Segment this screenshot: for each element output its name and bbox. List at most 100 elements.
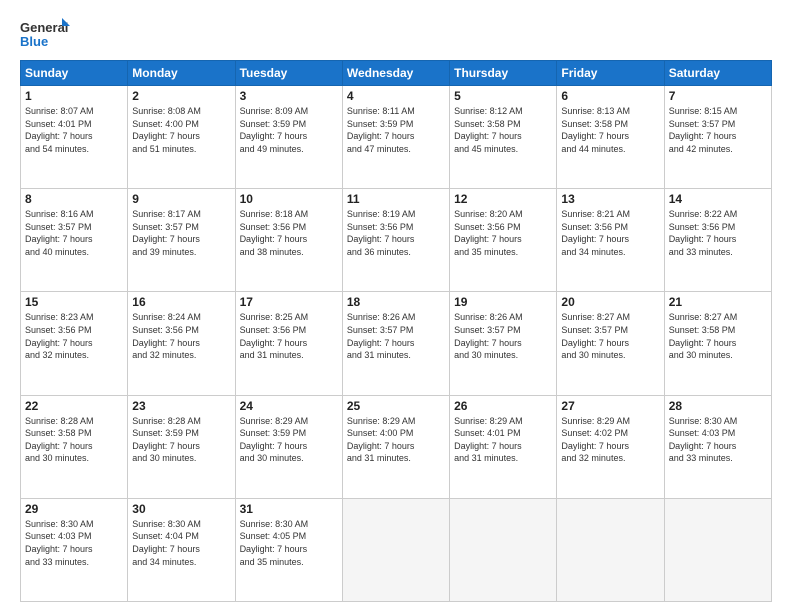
day-number: 22 — [25, 399, 123, 413]
calendar-cell: 23 Sunrise: 8:28 AMSunset: 3:59 PMDayligh… — [128, 395, 235, 498]
cell-content: Sunrise: 8:09 AMSunset: 3:59 PMDaylight:… — [240, 105, 338, 155]
day-number: 19 — [454, 295, 552, 309]
calendar-cell — [557, 498, 664, 601]
day-header-friday: Friday — [557, 61, 664, 86]
cell-content: Sunrise: 8:16 AMSunset: 3:57 PMDaylight:… — [25, 208, 123, 258]
week-row-3: 15 Sunrise: 8:23 AMSunset: 3:56 PMDayligh… — [21, 292, 772, 395]
day-number: 27 — [561, 399, 659, 413]
day-number: 7 — [669, 89, 767, 103]
day-number: 30 — [132, 502, 230, 516]
calendar-cell: 9Sunrise: 8:17 AMSunset: 3:57 PMDaylight… — [128, 189, 235, 292]
calendar-cell: 10 Sunrise: 8:18 AMSunset: 3:56 PMDayligh… — [235, 189, 342, 292]
cell-content: Sunrise: 8:29 AMSunset: 4:01 PMDaylight:… — [454, 415, 552, 465]
day-header-monday: Monday — [128, 61, 235, 86]
day-number: 25 — [347, 399, 445, 413]
calendar-cell: 6 Sunrise: 8:13 AMSunset: 3:58 PMDaylight… — [557, 86, 664, 189]
cell-content: Sunrise: 8:23 AMSunset: 3:56 PMDaylight:… — [25, 311, 123, 361]
day-number: 26 — [454, 399, 552, 413]
week-row-1: 1 Sunrise: 8:07 AMSunset: 4:01 PMDaylight… — [21, 86, 772, 189]
cell-content: Sunrise: 8:12 AMSunset: 3:58 PMDaylight:… — [454, 105, 552, 155]
cell-content: Sunrise: 8:21 AMSunset: 3:56 PMDaylight:… — [561, 208, 659, 258]
day-number: 28 — [669, 399, 767, 413]
cell-content: Sunrise: 8:18 AMSunset: 3:56 PMDaylight:… — [240, 208, 338, 258]
cell-content: Sunrise: 8:25 AMSunset: 3:56 PMDaylight:… — [240, 311, 338, 361]
calendar-cell: 19 Sunrise: 8:26 AMSunset: 3:57 PMDayligh… — [450, 292, 557, 395]
day-number: 14 — [669, 192, 767, 206]
day-header-tuesday: Tuesday — [235, 61, 342, 86]
calendar-cell: 27 Sunrise: 8:29 AMSunset: 4:02 PMDayligh… — [557, 395, 664, 498]
day-header-wednesday: Wednesday — [342, 61, 449, 86]
calendar-cell — [664, 498, 771, 601]
day-number: 31 — [240, 502, 338, 516]
day-number: 16 — [132, 295, 230, 309]
day-number: 29 — [25, 502, 123, 516]
cell-content: Sunrise: 8:07 AMSunset: 4:01 PMDaylight:… — [25, 105, 123, 155]
day-number: 6 — [561, 89, 659, 103]
calendar-cell: 18 Sunrise: 8:26 AMSunset: 3:57 PMDayligh… — [342, 292, 449, 395]
day-number: 21 — [669, 295, 767, 309]
calendar-header-row: SundayMondayTuesdayWednesdayThursdayFrid… — [21, 61, 772, 86]
calendar-cell: 15 Sunrise: 8:23 AMSunset: 3:56 PMDayligh… — [21, 292, 128, 395]
week-row-5: 29Sunrise: 8:30 AMSunset: 4:03 PMDayligh… — [21, 498, 772, 601]
calendar-cell: 11 Sunrise: 8:19 AMSunset: 3:56 PMDayligh… — [342, 189, 449, 292]
day-number: 1 — [25, 89, 123, 103]
calendar-cell: 22 Sunrise: 8:28 AMSunset: 3:58 PMDayligh… — [21, 395, 128, 498]
cell-content: Sunrise: 8:26 AMSunset: 3:57 PMDaylight:… — [347, 311, 445, 361]
cell-content: Sunrise: 8:13 AMSunset: 3:58 PMDaylight:… — [561, 105, 659, 155]
day-number: 5 — [454, 89, 552, 103]
calendar-cell: 29Sunrise: 8:30 AMSunset: 4:03 PMDayligh… — [21, 498, 128, 601]
day-number: 11 — [347, 192, 445, 206]
cell-content: Sunrise: 8:28 AMSunset: 3:58 PMDaylight:… — [25, 415, 123, 465]
calendar-cell: 13Sunrise: 8:21 AMSunset: 3:56 PMDayligh… — [557, 189, 664, 292]
calendar-cell: 7 Sunrise: 8:15 AMSunset: 3:57 PMDaylight… — [664, 86, 771, 189]
cell-content: Sunrise: 8:19 AMSunset: 3:56 PMDaylight:… — [347, 208, 445, 258]
calendar-cell: 30Sunrise: 8:30 AMSunset: 4:04 PMDayligh… — [128, 498, 235, 601]
day-number: 9 — [132, 192, 230, 206]
cell-content: Sunrise: 8:29 AMSunset: 4:00 PMDaylight:… — [347, 415, 445, 465]
cell-content: Sunrise: 8:27 AMSunset: 3:58 PMDaylight:… — [669, 311, 767, 361]
day-number: 3 — [240, 89, 338, 103]
page: General Blue SundayMondayTuesdayWednesda… — [0, 0, 792, 612]
calendar-cell: 17Sunrise: 8:25 AMSunset: 3:56 PMDayligh… — [235, 292, 342, 395]
calendar-cell: 28 Sunrise: 8:30 AMSunset: 4:03 PMDayligh… — [664, 395, 771, 498]
cell-content: Sunrise: 8:29 AMSunset: 4:02 PMDaylight:… — [561, 415, 659, 465]
day-number: 10 — [240, 192, 338, 206]
cell-content: Sunrise: 8:27 AMSunset: 3:57 PMDaylight:… — [561, 311, 659, 361]
cell-content: Sunrise: 8:30 AMSunset: 4:05 PMDaylight:… — [240, 518, 338, 568]
calendar-cell: 16Sunrise: 8:24 AMSunset: 3:56 PMDayligh… — [128, 292, 235, 395]
calendar-cell: 26 Sunrise: 8:29 AMSunset: 4:01 PMDayligh… — [450, 395, 557, 498]
logo: General Blue — [20, 16, 70, 52]
day-number: 18 — [347, 295, 445, 309]
day-number: 24 — [240, 399, 338, 413]
cell-content: Sunrise: 8:26 AMSunset: 3:57 PMDaylight:… — [454, 311, 552, 361]
day-header-saturday: Saturday — [664, 61, 771, 86]
calendar-cell — [450, 498, 557, 601]
day-number: 23 — [132, 399, 230, 413]
cell-content: Sunrise: 8:29 AMSunset: 3:59 PMDaylight:… — [240, 415, 338, 465]
day-number: 4 — [347, 89, 445, 103]
cell-content: Sunrise: 8:15 AMSunset: 3:57 PMDaylight:… — [669, 105, 767, 155]
calendar-table: SundayMondayTuesdayWednesdayThursdayFrid… — [20, 60, 772, 602]
calendar-cell: 1 Sunrise: 8:07 AMSunset: 4:01 PMDaylight… — [21, 86, 128, 189]
calendar-cell — [342, 498, 449, 601]
cell-content: Sunrise: 8:22 AMSunset: 3:56 PMDaylight:… — [669, 208, 767, 258]
day-number: 20 — [561, 295, 659, 309]
week-row-2: 8Sunrise: 8:16 AMSunset: 3:57 PMDaylight… — [21, 189, 772, 292]
calendar-cell: 8Sunrise: 8:16 AMSunset: 3:57 PMDaylight… — [21, 189, 128, 292]
calendar-cell: 3 Sunrise: 8:09 AMSunset: 3:59 PMDaylight… — [235, 86, 342, 189]
calendar-cell: 24 Sunrise: 8:29 AMSunset: 3:59 PMDayligh… — [235, 395, 342, 498]
calendar-cell: 20 Sunrise: 8:27 AMSunset: 3:57 PMDayligh… — [557, 292, 664, 395]
svg-text:Blue: Blue — [20, 34, 48, 49]
calendar-cell: 2Sunrise: 8:08 AMSunset: 4:00 PMDaylight… — [128, 86, 235, 189]
day-header-sunday: Sunday — [21, 61, 128, 86]
calendar-cell: 21 Sunrise: 8:27 AMSunset: 3:58 PMDayligh… — [664, 292, 771, 395]
day-number: 15 — [25, 295, 123, 309]
cell-content: Sunrise: 8:20 AMSunset: 3:56 PMDaylight:… — [454, 208, 552, 258]
day-number: 12 — [454, 192, 552, 206]
cell-content: Sunrise: 8:08 AMSunset: 4:00 PMDaylight:… — [132, 105, 230, 155]
day-header-thursday: Thursday — [450, 61, 557, 86]
cell-content: Sunrise: 8:30 AMSunset: 4:03 PMDaylight:… — [669, 415, 767, 465]
cell-content: Sunrise: 8:28 AMSunset: 3:59 PMDaylight:… — [132, 415, 230, 465]
logo-svg: General Blue — [20, 16, 70, 52]
header: General Blue — [20, 16, 772, 52]
